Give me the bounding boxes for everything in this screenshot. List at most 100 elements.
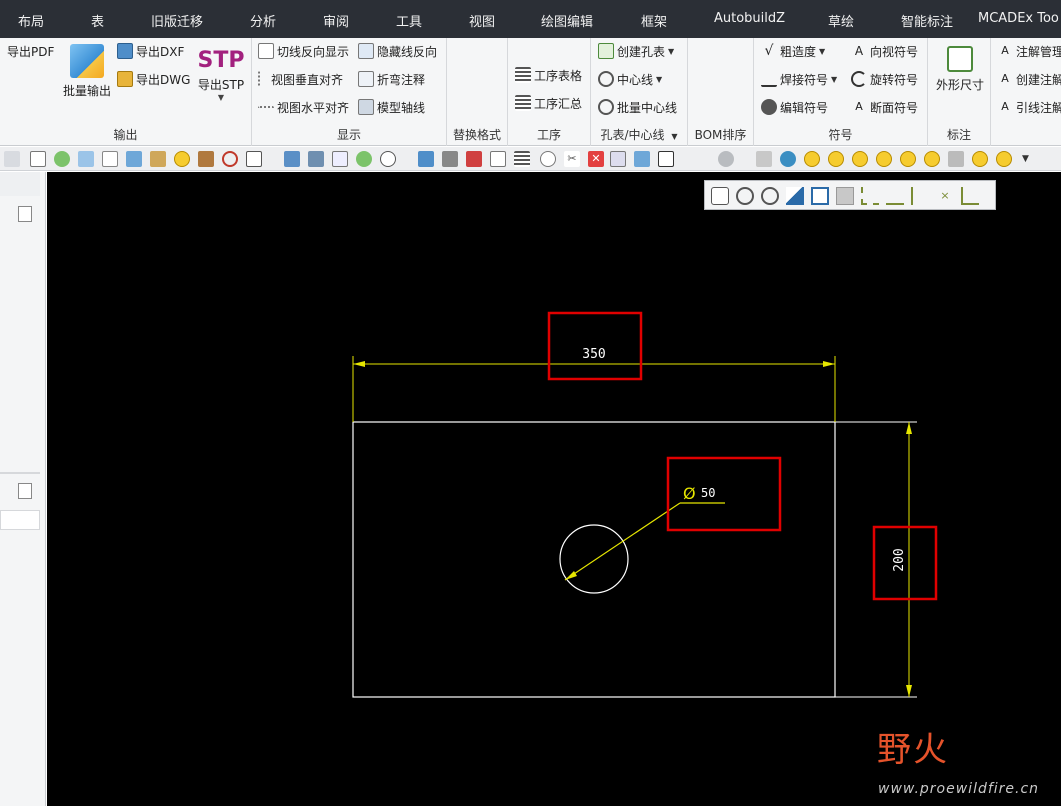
menu-review[interactable]: 审阅	[323, 11, 349, 30]
batch-output-button[interactable]: 批量输出	[58, 44, 116, 99]
menu-mcadex[interactable]: MCADEx Too	[978, 11, 1059, 26]
text-tool-icon[interactable]	[30, 151, 46, 167]
menu-smart-dimension[interactable]: 智能标注	[901, 11, 953, 30]
section-symbol-button[interactable]: A 断面符号	[851, 97, 918, 117]
layout-icon[interactable]	[246, 151, 262, 167]
view-horizontal-align-button[interactable]: 视图水平对齐	[258, 97, 349, 117]
menu-layout[interactable]: 布局	[18, 11, 44, 30]
grey-sphere-icon[interactable]	[718, 151, 734, 167]
group-replace-format[interactable]: 替换格式	[447, 38, 508, 146]
smiley-icon[interactable]	[924, 151, 940, 167]
batch-center-line-button[interactable]: 批量中心线	[598, 97, 677, 117]
spray-icon[interactable]	[756, 151, 772, 167]
note-manage-button[interactable]: A 注解管理	[997, 41, 1061, 61]
menu-tools[interactable]: 工具	[396, 11, 422, 30]
menu-sketch[interactable]: 草绘	[828, 11, 854, 30]
rotate-symbol-button[interactable]: 旋转符号	[851, 69, 918, 89]
smiley-icon[interactable]	[996, 151, 1012, 167]
close-icon[interactable]: ✕	[588, 151, 604, 167]
model-axis-button[interactable]: 模型轴线	[358, 97, 425, 117]
cut-reverse-button[interactable]: 切线反向显示	[258, 41, 349, 61]
pencil-icon[interactable]	[150, 151, 166, 167]
export-stp-button[interactable]: STP 导出STP ▼	[194, 46, 248, 103]
smiley-icon[interactable]	[804, 151, 820, 167]
export-icon[interactable]	[418, 151, 434, 167]
print-icon[interactable]	[442, 151, 458, 167]
group-bom[interactable]: BOM排序	[688, 38, 754, 146]
smiley-icon[interactable]	[828, 151, 844, 167]
drawing-canvas[interactable]: 350 200 Ø 50 ×	[47, 172, 1061, 806]
dim-width-text[interactable]: 350	[582, 347, 605, 362]
settings-icon[interactable]	[948, 151, 964, 167]
panel-input[interactable]	[0, 510, 40, 530]
smiley-icon[interactable]	[972, 151, 988, 167]
export-dxf-button[interactable]: 导出DXF	[117, 41, 184, 61]
cube-icon[interactable]	[658, 151, 674, 167]
sheet-icon[interactable]	[332, 151, 348, 167]
edit-symbol-button[interactable]: 编辑符号	[761, 97, 828, 117]
target-icon[interactable]	[222, 151, 238, 167]
green-sphere-icon[interactable]	[356, 151, 372, 167]
smiley-icon[interactable]	[900, 151, 916, 167]
dim-diameter-text[interactable]: 50	[701, 486, 715, 500]
network-icon[interactable]	[284, 151, 300, 167]
menu-analysis[interactable]: 分析	[250, 11, 276, 30]
pdf-icon[interactable]	[466, 151, 482, 167]
process-summary-button[interactable]: 工序汇总	[515, 93, 582, 113]
hidden-reverse-button[interactable]: 隐藏线反向	[358, 41, 437, 61]
export-pdf-button[interactable]: 导出PDF	[0, 41, 54, 61]
zoom-out-icon[interactable]	[761, 187, 779, 205]
rectangle-outline[interactable]	[352, 421, 836, 698]
eraser-icon[interactable]	[78, 151, 94, 167]
shaded-icon[interactable]	[836, 187, 854, 205]
create-hole-table-button[interactable]: 创建孔表 ▼	[598, 41, 674, 61]
smiley-icon[interactable]	[852, 151, 868, 167]
document-icon[interactable]	[18, 483, 32, 499]
image-icon[interactable]	[490, 151, 506, 167]
sphere-icon[interactable]	[54, 151, 70, 167]
leader-note-button[interactable]: A 引线注解	[997, 97, 1061, 117]
datum-axis-icon[interactable]	[861, 187, 879, 205]
number-circle-icon[interactable]	[380, 151, 396, 167]
bend-note-button[interactable]: 折弯注释	[358, 69, 425, 89]
tools-icon[interactable]	[198, 151, 214, 167]
dim-height-text[interactable]: 200	[892, 548, 907, 571]
cube-view-icon[interactable]	[811, 187, 829, 205]
zoom-fit-icon[interactable]	[711, 187, 729, 205]
repaint-icon[interactable]	[786, 187, 804, 205]
link-icon[interactable]	[634, 151, 650, 167]
zoom-in-icon[interactable]	[736, 187, 754, 205]
teapot-icon[interactable]	[780, 151, 796, 167]
menu-view[interactable]: 视图	[469, 11, 495, 30]
outline-size-button[interactable]: 外形尺寸	[932, 46, 988, 93]
center-line-button[interactable]: 中心线 ▼	[598, 69, 662, 89]
export-dwg-button[interactable]: 导出DWG	[117, 69, 190, 89]
menu-frame[interactable]: 框架	[641, 11, 667, 30]
menu-drawing-edit[interactable]: 绘图编辑	[541, 11, 593, 30]
view-direction-button[interactable]: A 向视符号	[851, 41, 918, 61]
frame-icon[interactable]	[610, 151, 626, 167]
coordinate-icon[interactable]: ×	[936, 187, 954, 205]
document-icon[interactable]	[102, 151, 118, 167]
smiley-icon[interactable]	[174, 151, 190, 167]
menu-autobuildz[interactable]: AutobuildZ	[714, 11, 785, 26]
component-icon[interactable]	[308, 151, 324, 167]
csys-icon[interactable]	[961, 187, 979, 205]
menu-table[interactable]: 表	[91, 11, 104, 30]
scissors-icon[interactable]: ✂	[564, 151, 580, 167]
document-icon[interactable]	[18, 206, 32, 222]
datum-plane-icon[interactable]	[886, 187, 904, 205]
tree-icon[interactable]	[126, 151, 142, 167]
grid-table-icon[interactable]	[514, 151, 530, 167]
tool-icon[interactable]	[4, 151, 20, 167]
measure-icon[interactable]	[540, 151, 556, 167]
chevron-down-icon[interactable]: ▼	[1022, 151, 1038, 167]
datum-point-icon[interactable]	[911, 187, 929, 205]
hole-circle[interactable]	[559, 524, 629, 594]
view-vertical-align-button[interactable]: 视图垂直对齐	[258, 69, 343, 89]
menu-legacy-migration[interactable]: 旧版迁移	[151, 11, 203, 30]
chevron-down-icon[interactable]: ▼	[671, 132, 677, 141]
create-note-button[interactable]: A 创建注解	[997, 69, 1061, 89]
weld-symbol-button[interactable]: 焊接符号 ▼	[761, 69, 837, 89]
process-table-button[interactable]: 工序表格	[515, 65, 582, 85]
